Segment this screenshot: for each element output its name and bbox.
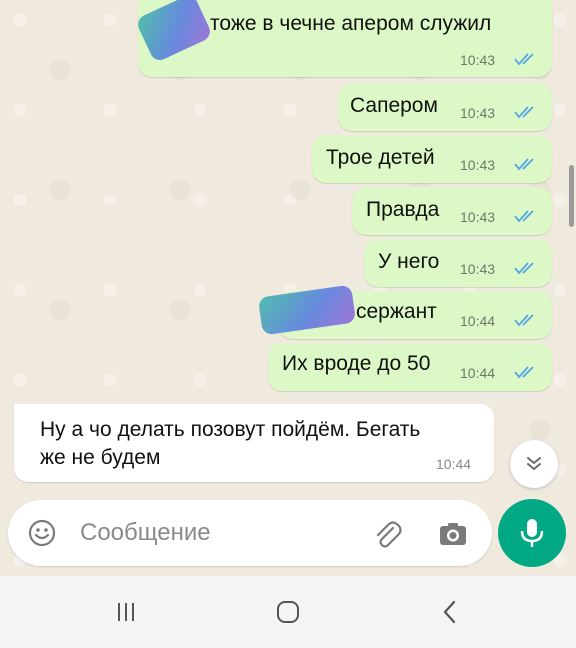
camera-icon	[440, 523, 466, 545]
message-bubble-outgoing[interactable]: Трое детей 10:43	[312, 135, 552, 183]
message-text: У него	[378, 250, 440, 273]
message-time: 10:43	[460, 105, 496, 121]
back-icon	[443, 600, 456, 624]
message-text: Трое детей	[326, 146, 435, 169]
message-time: 10:44	[460, 313, 496, 329]
message-bubble-outgoing[interactable]: У него 10:43	[364, 239, 552, 287]
read-receipt-icon	[514, 262, 534, 275]
camera-button[interactable]	[436, 517, 470, 551]
scroll-to-bottom-button[interactable]	[510, 440, 558, 488]
redaction-scribble	[134, 0, 214, 64]
message-time: 10:43	[460, 209, 496, 225]
recent-apps-icon	[118, 603, 134, 621]
message-bubble-outgoing[interactable]: Сапером 10:43	[338, 83, 552, 131]
message-time: 10:44	[460, 365, 496, 381]
message-bubble-outgoing[interactable]: тоже в чечне апером служил 10:43	[134, 0, 552, 77]
message-text-line2: же не будем	[40, 446, 161, 469]
message-time: 10:44	[436, 456, 472, 472]
home-icon	[277, 601, 299, 623]
message-text: Сапером	[350, 94, 438, 117]
attach-button[interactable]	[370, 517, 404, 551]
scrollbar-thumb[interactable]	[569, 165, 574, 227]
message-bubble-outgoing[interactable]: Их вроде до 50 10:44	[268, 343, 552, 391]
message-bubble-outgoing[interactable]: сержант 10:44	[257, 284, 552, 339]
read-receipt-icon	[514, 106, 534, 119]
read-receipt-icon	[514, 366, 534, 379]
message-bubble-incoming[interactable]: Ну а чо делать позовут пойдём. Бегать же…	[14, 404, 494, 482]
message-text-line1: Ну а чо делать позовут пойдём. Бегать	[40, 418, 421, 441]
message-text: Их вроде до 50	[282, 352, 431, 375]
message-text: сержант	[356, 300, 437, 323]
recent-apps-button[interactable]	[106, 596, 146, 628]
message-text: тоже в чечне апером служил	[210, 12, 492, 35]
read-receipt-icon	[514, 158, 534, 171]
message-time: 10:43	[460, 52, 496, 68]
read-receipt-icon	[514, 210, 534, 223]
message-bubble-outgoing[interactable]: Правда 10:43	[352, 187, 552, 235]
message-input[interactable]: Сообщение	[80, 519, 211, 547]
message-text: Правда	[366, 198, 440, 221]
double-chevron-down-icon	[527, 457, 541, 471]
back-button[interactable]	[430, 596, 470, 628]
message-time: 10:43	[460, 261, 496, 277]
redaction-scribble	[257, 284, 357, 336]
emoji-button[interactable]	[26, 517, 58, 549]
read-receipt-icon	[514, 53, 534, 66]
microphone-icon	[520, 519, 544, 547]
system-navigation-bar	[0, 576, 576, 648]
voice-record-button[interactable]	[498, 499, 566, 567]
message-time: 10:43	[460, 157, 496, 173]
paperclip-icon	[376, 521, 402, 548]
home-button[interactable]	[268, 596, 308, 628]
read-receipt-icon	[514, 314, 534, 327]
emoji-icon	[28, 519, 56, 547]
chat-background: тоже в чечне апером служил 10:43 Сапером…	[0, 0, 576, 576]
message-composer[interactable]: Сообщение	[8, 500, 492, 566]
